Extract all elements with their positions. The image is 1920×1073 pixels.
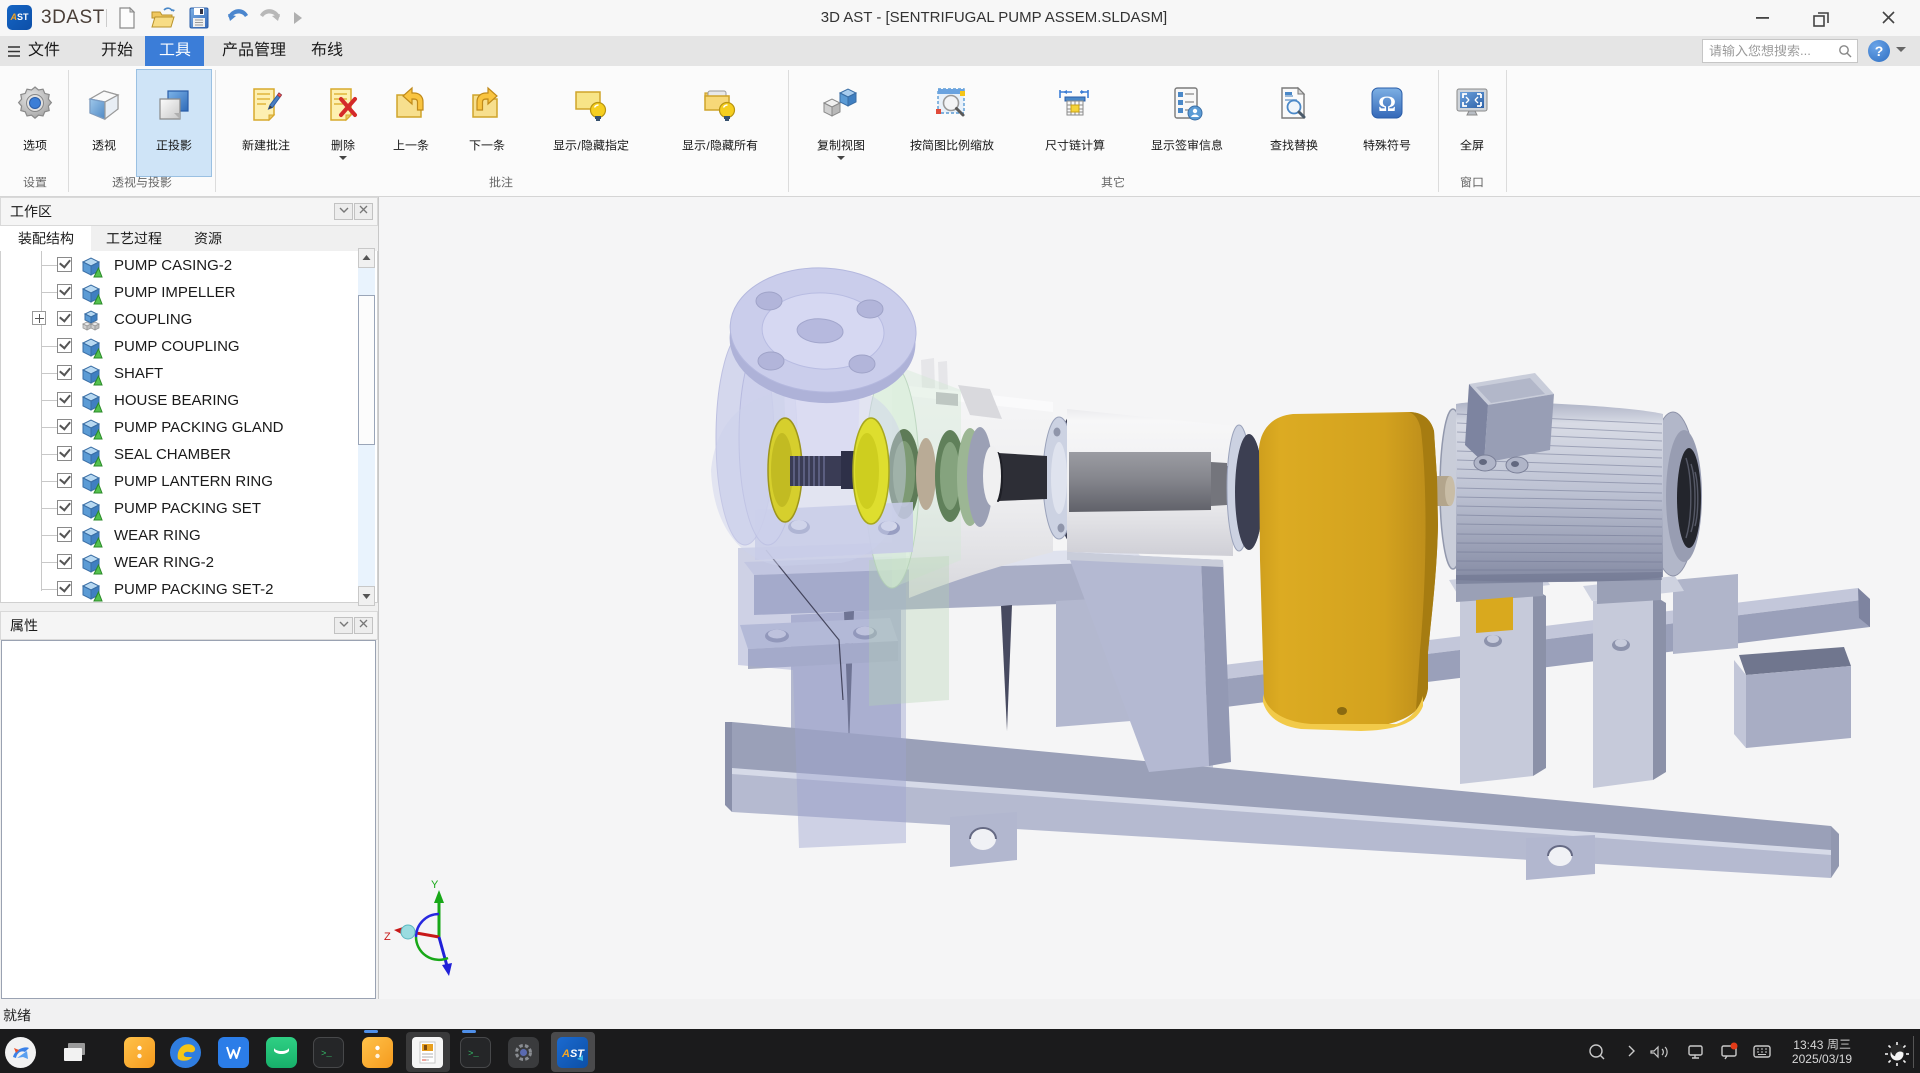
svg-text:>_: >_ <box>321 1049 332 1059</box>
svg-text:Z: Z <box>384 931 391 943</box>
svg-text:Y: Y <box>431 879 439 891</box>
svg-text:Ω: Ω <box>1378 91 1396 116</box>
svg-text:>_: >_ <box>468 1049 479 1059</box>
